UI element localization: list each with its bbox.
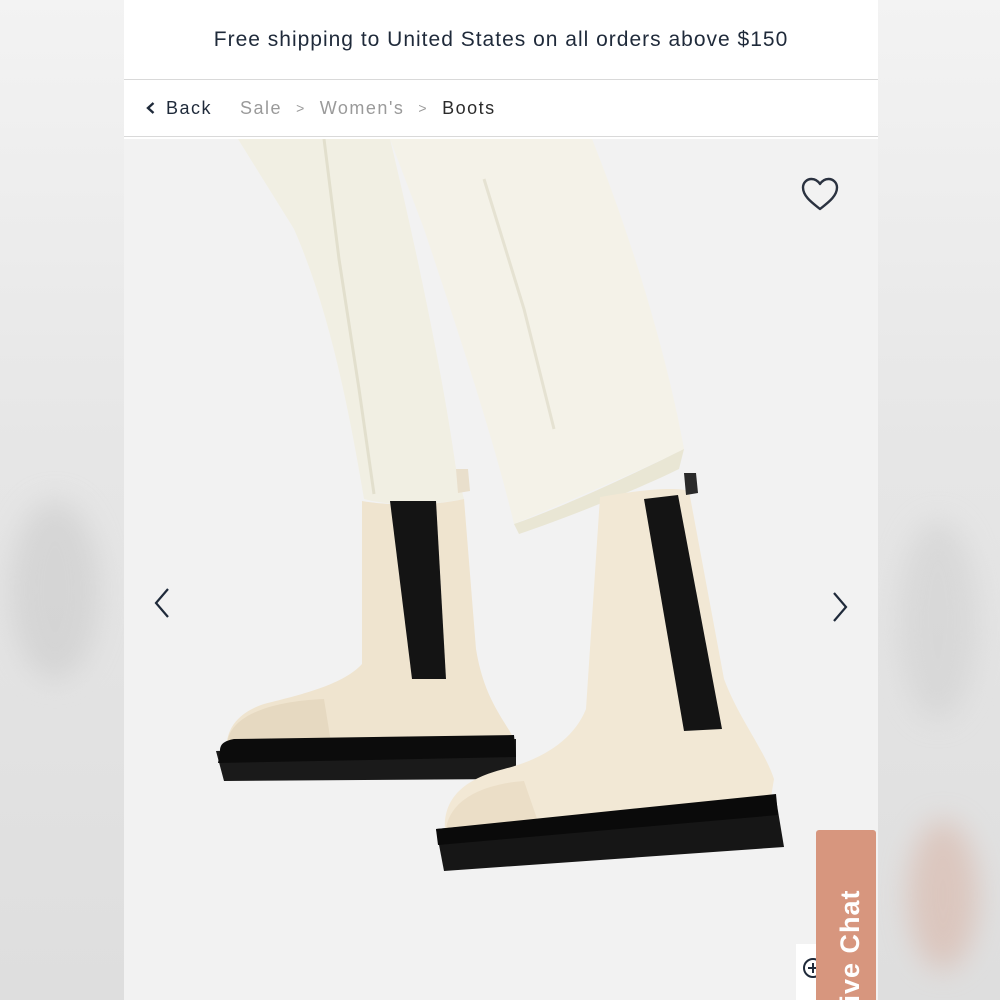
breadcrumb-item-womens[interactable]: Women's xyxy=(320,98,405,119)
breadcrumb-item-boots: Boots xyxy=(442,97,496,118)
chevron-left-icon xyxy=(146,102,155,114)
breadcrumb: Back Sale > Women's > Boots xyxy=(124,80,878,137)
back-label: Back xyxy=(166,97,213,118)
breadcrumb-separator: > xyxy=(296,100,306,116)
live-chat-button[interactable]: Live Chat xyxy=(816,830,876,1000)
heart-outline-icon[interactable] xyxy=(800,176,840,212)
live-chat-label: Live Chat xyxy=(835,889,865,1000)
product-image-gallery[interactable]: Live Chat xyxy=(124,139,878,1000)
breadcrumb-separator: > xyxy=(418,100,429,116)
back-button[interactable]: Back xyxy=(144,98,212,119)
chevron-left-icon[interactable] xyxy=(150,585,174,621)
chevron-right-icon[interactable] xyxy=(828,589,852,625)
product-page: Free shipping to United States on all or… xyxy=(124,0,878,1000)
shipping-banner-text: Free shipping to United States on all or… xyxy=(213,27,789,51)
product-image xyxy=(216,139,784,871)
breadcrumb-item-sale[interactable]: Sale xyxy=(240,98,282,119)
blurred-background-right xyxy=(878,0,1000,1000)
blurred-background-left xyxy=(0,0,124,1000)
shipping-banner: Free shipping to United States on all or… xyxy=(124,0,878,80)
